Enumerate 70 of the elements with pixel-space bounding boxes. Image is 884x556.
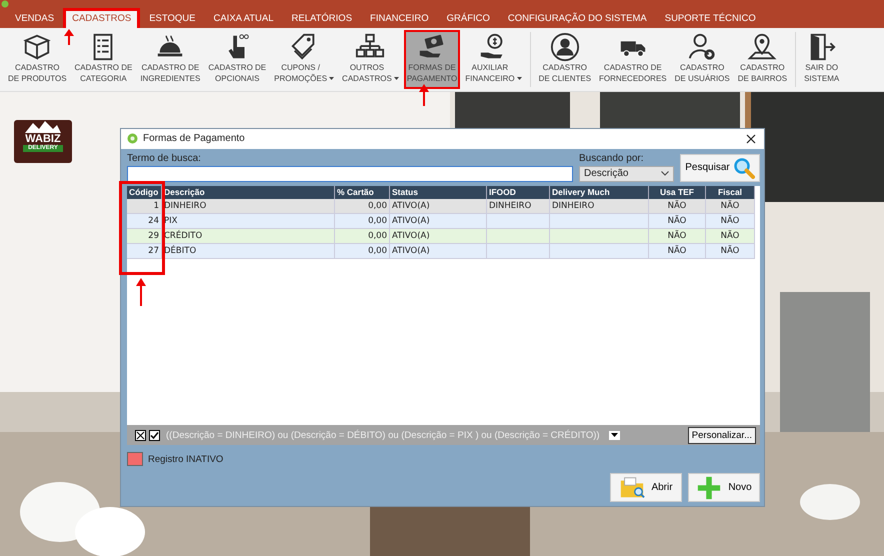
menu-tab[interactable]: GRÁFICO [438, 8, 499, 28]
column-header[interactable]: Fiscal [706, 186, 754, 199]
table-cell: 24 [148, 216, 159, 226]
ribbon-button[interactable]: CUPONS / PROMOÇÕES [271, 30, 338, 89]
table-cell: PIX [164, 216, 178, 226]
table-cell: NÃO [668, 230, 686, 241]
filter-text: ((Descrição = DINHEIRO) ou (Descrição = DÉBITO) ou (Descrição = PIX ) ou (Descrição = CRÉDITO)) [166, 430, 600, 441]
table-cell: DINHEIRO [164, 200, 206, 211]
table-cell: DÉBITO [164, 246, 196, 256]
ribbon-button[interactable]: CADASTRO DE PRODUTOS [5, 30, 70, 89]
table-cell: ATIVO(A) [392, 216, 430, 226]
new-button[interactable]: Novo [688, 473, 760, 502]
legend-label: Registro INATIVO [148, 454, 224, 464]
ribbon-button[interactable]: FORMAS DE PAGAMENTO [404, 30, 460, 89]
table-cell: 0,00 [368, 230, 387, 241]
table-row[interactable]: 29 CRÉDITO 0,00 ATIVO(A) NÃO NÃO [127, 228, 754, 244]
table-cell: NÃO [668, 246, 686, 256]
ribbon-button[interactable]: CADASTRO DE OPCIONAIS [205, 30, 270, 89]
column-header[interactable]: Delivery Much [550, 186, 648, 199]
table-cell: 1 [154, 200, 159, 211]
menu-tab[interactable]: CAIXA ATUAL [204, 8, 282, 28]
search-by-dropdown[interactable]: Descrição [579, 166, 674, 182]
table-cell: 27 [148, 246, 159, 256]
column-header[interactable]: IFOOD [486, 186, 550, 199]
field-label: Buscando por: [579, 152, 644, 164]
open-button[interactable]: Abrir [610, 473, 682, 502]
field-label: Termo de busca: [127, 152, 202, 164]
ribbon-button[interactable]: OUTROS CADASTROS [339, 30, 402, 89]
table-cell: 29 [148, 230, 159, 241]
table-row[interactable]: 1 DINHEIRO 0,00 ATIVO(A) DINHEIRO DINHEIRO NÃO NÃO [127, 198, 754, 214]
ribbon-button[interactable]: CADASTRO DE FORNECEDORES [596, 30, 670, 89]
ribbon-button[interactable]: CADASTRO DE USUÁRIOS [672, 30, 733, 89]
menu-tab[interactable]: RELATÓRIOS [282, 8, 362, 28]
table-cell: CRÉDITO [164, 230, 202, 241]
menu-tab[interactable]: SUPORTE TÉCNICO [656, 8, 765, 28]
table-cell: NÃO [720, 216, 740, 226]
ribbon-button[interactable]: SAIR DO SISTEMA [801, 30, 842, 89]
ribbon-button[interactable]: CADASTRO DE BAIRROS [734, 30, 790, 89]
menu-tab[interactable]: CONFIGURAÇÃO DO SISTEMA [498, 8, 656, 28]
table-cell: NÃO [668, 200, 686, 211]
table-row[interactable]: 27 DÉBITO 0,00 ATIVO(A) NÃO NÃO [127, 243, 754, 258]
menu-tab[interactable]: CADASTROS [63, 8, 140, 28]
ribbon-button[interactable]: CADASTRO DE CATEGORIA [72, 30, 136, 89]
menu-tab[interactable]: VENDAS [6, 8, 64, 28]
search-button[interactable]: Pesquisar [680, 154, 760, 182]
ribbon-button[interactable]: CADASTRO DE CLIENTES [536, 30, 594, 89]
table-cell: 0,00 [368, 216, 387, 226]
table-cell: NÃO [668, 216, 686, 226]
table-row[interactable]: 24 PIX 0,00 ATIVO(A) NÃO NÃO [127, 213, 754, 228]
column-header[interactable]: Código [127, 186, 162, 199]
menu-tab[interactable]: ESTOQUE [140, 8, 204, 28]
logo-text: WABIZ [25, 134, 61, 145]
customize-button[interactable]: Personalizar... [688, 426, 756, 444]
table-cell: 0,00 [368, 246, 387, 256]
table-cell: 0,00 [368, 200, 387, 211]
column-header[interactable]: Status [390, 186, 486, 199]
table-cell: ATIVO(A) [392, 246, 430, 256]
ribbon-button[interactable]: CADASTRO DE INGREDIENTES [137, 30, 204, 89]
table-cell: NÃO [720, 200, 740, 211]
column-header[interactable]: % Cartão [334, 186, 390, 199]
menu-tab[interactable]: FINANCEIRO [361, 8, 438, 28]
ribbon-button[interactable]: AUXILIAR FINANCEIRO [462, 30, 525, 89]
table-cell: NÃO [720, 246, 740, 256]
table-cell: ATIVO(A) [392, 230, 430, 241]
table-cell: ATIVO(A) [392, 200, 430, 211]
table-cell: DINHEIRO [489, 200, 532, 211]
window-title: Formas de Pagamento [143, 133, 246, 144]
table-cell: DINHEIRO [552, 200, 594, 211]
table-cell: NÃO [720, 230, 740, 241]
column-header[interactable]: Usa TEF [648, 186, 706, 199]
